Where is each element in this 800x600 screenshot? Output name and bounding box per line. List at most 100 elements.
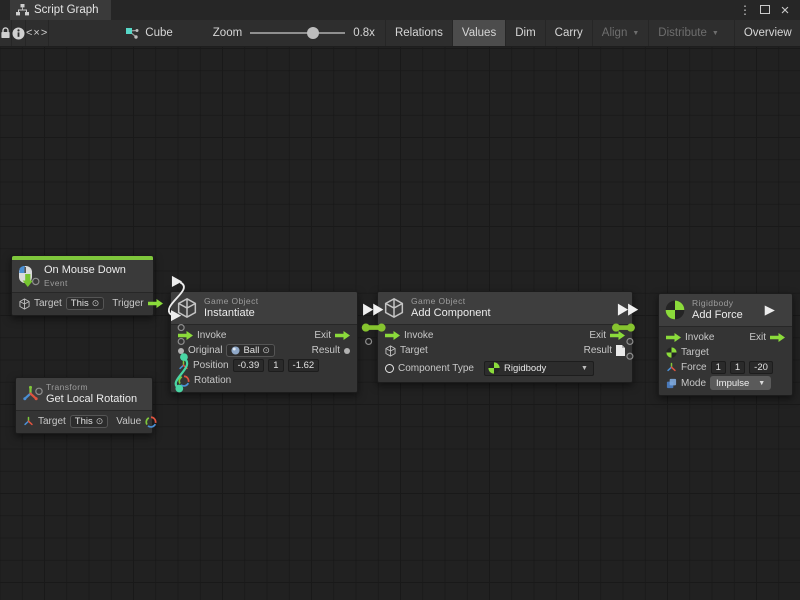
zoom-slider[interactable] <box>250 26 345 40</box>
object-picker-icon[interactable]: ⊙ <box>92 299 100 308</box>
row-rotation: Rotation <box>171 373 357 388</box>
invoke-label: Invoke <box>404 330 433 341</box>
zoom-slider-handle[interactable] <box>307 27 319 39</box>
invoke-label: Invoke <box>685 332 714 343</box>
node-title: Add Force <box>692 309 743 323</box>
row-target: Target <box>659 345 792 360</box>
node-add-component-header[interactable]: Game Object Add Component <box>378 292 632 325</box>
script-graph-asset-icon <box>125 27 139 40</box>
rotation-value-port[interactable] <box>145 416 157 428</box>
exit-flow-port[interactable] <box>610 331 625 340</box>
toolbar-button-overview[interactable]: Overview <box>734 20 800 46</box>
toolbar-button-carry[interactable]: Carry <box>545 20 592 46</box>
component-type-port[interactable] <box>385 364 394 373</box>
maximize-icon[interactable] <box>758 3 772 17</box>
graph-canvas[interactable]: On Mouse Down Event Target This ⊙ Trigge… <box>0 47 800 600</box>
toolbar-button-align[interactable]: Align ▼ <box>592 20 649 46</box>
csharp-preview-button[interactable]: <×> <box>26 20 49 46</box>
target-value: This <box>71 298 89 309</box>
target-value: This <box>75 416 93 427</box>
toolbar-button-align-label: Align <box>602 27 628 39</box>
row-mode: Mode Impulse ▼ <box>659 375 792 391</box>
rigidbody-icon <box>488 362 500 374</box>
trigger-flow-port[interactable] <box>148 299 163 308</box>
close-icon[interactable]: × <box>778 2 792 19</box>
result-output-port[interactable] <box>344 348 350 354</box>
exit-flow-port[interactable] <box>770 333 785 342</box>
node-title: Get Local Rotation <box>46 393 137 407</box>
node-instantiate[interactable]: Game Object Instantiate Invoke Exit Orig… <box>170 291 358 393</box>
inspect-button[interactable] <box>12 20 26 46</box>
force-z-field[interactable]: -20 <box>749 361 773 374</box>
transform-small-icon <box>23 416 34 427</box>
position-z-field[interactable]: -1.62 <box>288 359 320 372</box>
transform-icon <box>22 385 39 403</box>
target-label: Target <box>34 298 62 309</box>
object-picker-icon[interactable]: ⊙ <box>96 417 104 426</box>
original-label: Original <box>188 345 222 356</box>
graph-breadcrumb[interactable]: Cube <box>117 20 183 46</box>
invoke-flow-port[interactable] <box>178 331 193 340</box>
node-add-force[interactable]: Rigidbody Add Force Invoke Exit Target <box>658 293 793 396</box>
game-object-icon <box>177 297 197 319</box>
invoke-flow-port[interactable] <box>666 333 681 342</box>
target-value-chip[interactable]: This ⊙ <box>70 415 109 428</box>
exit-label: Exit <box>589 330 606 341</box>
node-get-local-rotation[interactable]: Transform Get Local Rotation Target This… <box>15 377 153 434</box>
toolbar-button-values[interactable]: Values <box>452 20 505 46</box>
original-value: Ball <box>243 345 259 356</box>
component-type-dropdown[interactable]: Rigidbody ▼ <box>484 361 594 376</box>
row-invoke-exit: Invoke Exit <box>378 328 632 343</box>
position-x-field[interactable]: -0.39 <box>233 359 265 372</box>
zoom-value: 0.8x <box>353 27 375 39</box>
row-position: Position -0.39 1 -1.62 <box>171 358 357 373</box>
lock-button[interactable] <box>0 20 12 46</box>
position-label: Position <box>193 360 229 371</box>
target-game-object-icon <box>385 345 396 357</box>
invoke-flow-port[interactable] <box>385 331 400 340</box>
value-label: Value <box>116 416 141 427</box>
original-value-chip[interactable]: Ball ⊙ <box>226 344 274 357</box>
code-preview-icon: <×> <box>26 27 48 39</box>
force-axes-icon <box>666 362 677 373</box>
force-y-field[interactable]: 1 <box>730 361 745 374</box>
force-x-field[interactable]: 1 <box>711 361 726 374</box>
target-value-chip[interactable]: This ⊙ <box>66 297 105 310</box>
result-document-icon[interactable] <box>616 345 625 356</box>
node-on-mouse-down[interactable]: On Mouse Down Event Target This ⊙ Trigge… <box>11 255 154 316</box>
node-get-local-rotation-header[interactable]: Transform Get Local Rotation <box>16 378 152 411</box>
node-add-component[interactable]: Game Object Add Component Invoke Exit Ta… <box>377 291 633 383</box>
row-invoke-exit: Invoke Exit <box>171 328 357 343</box>
position-axes-icon <box>178 360 189 371</box>
menu-icon[interactable]: ⋮ <box>738 3 752 17</box>
original-input-port[interactable] <box>178 348 184 354</box>
node-add-force-header[interactable]: Rigidbody Add Force <box>659 294 792 327</box>
force-label: Force <box>681 362 707 373</box>
trigger-label: Trigger <box>112 298 143 309</box>
enum-icon <box>666 378 677 389</box>
toolbar-button-relations[interactable]: Relations <box>385 20 452 46</box>
node-instantiate-header[interactable]: Game Object Instantiate <box>171 292 357 325</box>
exit-flow-port[interactable] <box>335 331 350 340</box>
node-title: On Mouse Down <box>44 264 126 278</box>
ball-asset-icon <box>231 346 240 355</box>
row-force: Force 1 1 -20 <box>659 360 792 375</box>
distribute-dropdown-icon: ▼ <box>712 30 719 37</box>
target-label: Target <box>681 347 709 358</box>
lock-icon <box>0 27 11 39</box>
node-on-mouse-down-header[interactable]: On Mouse Down Event <box>12 260 153 293</box>
target-label: Target <box>400 345 428 356</box>
dropdown-arrow-icon: ▼ <box>581 365 588 372</box>
position-y-field[interactable]: 1 <box>268 359 283 372</box>
mode-dropdown[interactable]: Impulse ▼ <box>710 376 771 390</box>
object-picker-icon[interactable]: ⊙ <box>262 346 270 355</box>
exit-label: Exit <box>749 332 766 343</box>
tab-title: Script Graph <box>34 4 99 16</box>
window-controls: ⋮ × <box>738 0 800 20</box>
toolbar-button-distribute[interactable]: Distribute ▼ <box>648 20 728 46</box>
toolbar-button-dim[interactable]: Dim <box>505 20 544 46</box>
zoom-slider-track <box>250 32 345 34</box>
rigidbody-icon <box>665 300 685 320</box>
tab-script-graph[interactable]: Script Graph <box>10 0 111 20</box>
node-subtitle: Event <box>44 278 126 289</box>
